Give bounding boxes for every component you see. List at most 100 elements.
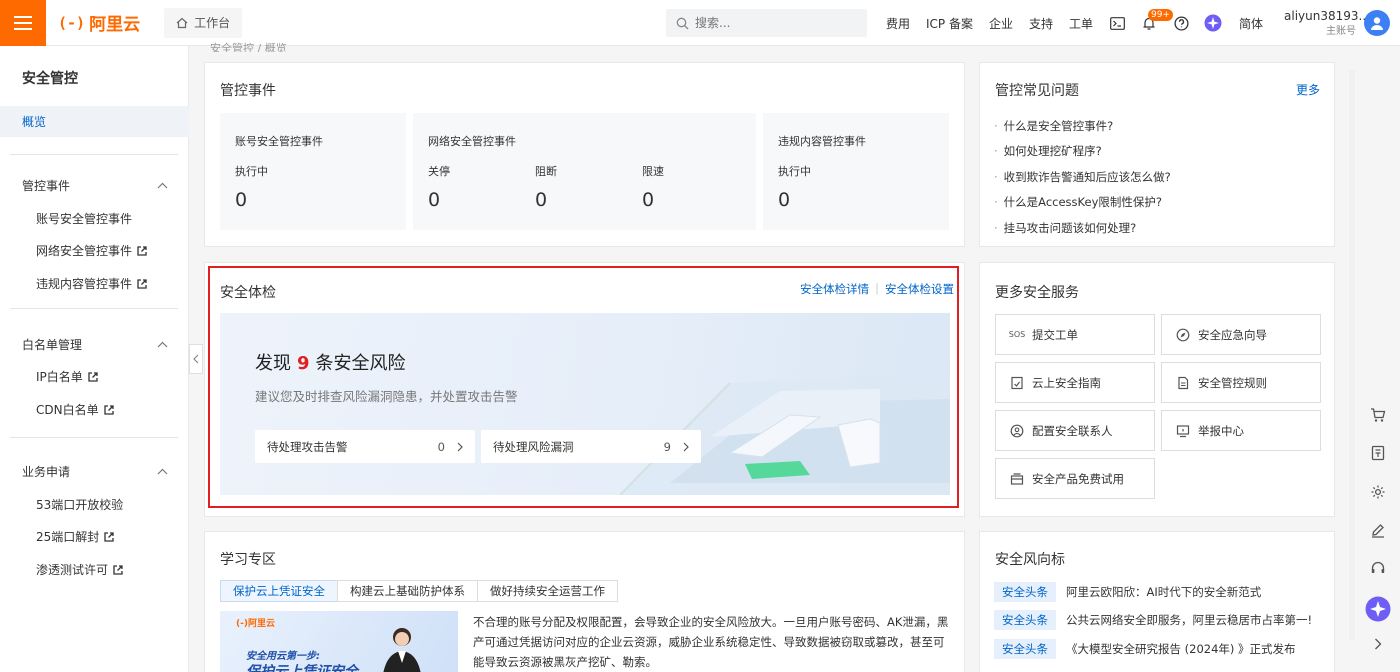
sidebar-item-content-events[interactable]: 违规内容管控事件 [36,275,147,292]
compass-icon [1176,328,1190,341]
sidebar-group-events[interactable]: 管控事件 [22,177,168,194]
presenter-figure [383,628,421,672]
account-events-box[interactable]: 账号安全管控事件 执行中 0 [220,113,406,230]
aliyun-logo[interactable]: (-) 阿里云 [58,10,140,36]
faq-item[interactable]: 什么是安全管控事件? [994,113,1171,139]
events-title: 管控事件 [220,83,276,99]
faq-card: 管控常见问题 更多 什么是安全管控事件? 如何处理挖矿程序? 收到欺诈告警通知后… [979,62,1335,247]
sos-icon: SOS [1008,330,1026,339]
news-item[interactable]: 安全头条 公共云网络安全即服务，阿里云稳居市占率第一! [994,610,1312,630]
search-icon [676,17,689,29]
sidebar-item-port25[interactable]: 25端口解封 [36,528,114,545]
external-link-icon [137,245,147,256]
sidebar-item-label: 渗透测试许可 [36,563,109,577]
sidebar-group-applications[interactable]: 业务申请 [22,463,168,480]
network-throttle-value: 0 [642,189,655,211]
sidebar-item-network-events[interactable]: 网络安全管控事件 [36,242,147,259]
learning-title: 学习专区 [220,552,276,568]
content-events-title: 违规内容管控事件 [778,135,866,148]
edit-icon[interactable] [1368,520,1388,540]
service-free-trial[interactable]: 安全产品免费试用 [995,458,1155,499]
sidebar-item-label: IP白名单 [36,370,83,384]
service-control-rules[interactable]: 安全管控规则 [1161,362,1321,403]
nav-support[interactable]: 支持 [1021,15,1061,32]
sidebar-item-label: 违规内容管控事件 [36,277,133,291]
thumbnail-logo: (-)阿里云 [236,619,275,629]
network-events-box[interactable]: 网络安全管控事件 关停 阻断 限速 0 0 0 [413,113,756,230]
news-card: 安全风向标 安全头条 阿里云欧阳欣：AI时代下的安全新范式 安全头条 公共云网络… [979,531,1335,672]
search-box[interactable] [666,9,867,37]
sidebar-item-ip-whitelist[interactable]: IP白名单 [36,368,98,385]
service-submit-ticket[interactable]: SOS 提交工单 [995,314,1155,355]
bell-icon[interactable]: 99+ [1133,0,1174,46]
sidebar-item-pentest[interactable]: 渗透测试许可 [36,561,123,578]
faq-item[interactable]: 挂马攻击问题该如何处理? [994,215,1171,241]
sidebar-collapse-button[interactable] [189,344,203,374]
news-tag: 安全头条 [994,582,1056,602]
events-card: 管控事件 账号安全管控事件 执行中 0 网络安全管控事件 关停 阻断 限速 0 … [204,62,965,247]
nav-icp[interactable]: ICP 备案 [918,15,981,32]
nav-enterprise[interactable]: 企业 [981,15,1021,32]
sidebar-item-port53[interactable]: 53端口开放校验 [36,496,123,513]
service-security-contact[interactable]: 配置安全联系人 [995,410,1155,451]
faq-title: 管控常见问题 [995,83,1079,99]
headset-icon[interactable] [1368,558,1388,578]
sidebar-divider [10,308,178,309]
faq-item[interactable]: 什么是AccessKey限制性保护? [994,190,1171,216]
sidebar-item-label: CDN白名单 [36,403,99,417]
avatar[interactable] [1364,10,1390,36]
tab-continuous-ops[interactable]: 做好持续安全运营工作 [477,580,618,602]
faq-list: 什么是安全管控事件? 如何处理挖矿程序? 收到欺诈告警通知后应该怎么做? 什么是… [994,113,1171,241]
breadcrumb: 安全管控 / 概览 [210,42,287,52]
account-name: aliyun38193... [1284,9,1370,23]
news-item[interactable]: 安全头条 阿里云欧阳欣：AI时代下的安全新范式 [994,582,1261,602]
sidebar-item-overview[interactable]: 概览 [0,106,189,137]
news-item[interactable]: 安全头条 《大模型安全研究报告 (2024年) 》正式发布 [994,639,1296,659]
service-emergency-guide[interactable]: 安全应急向导 [1161,314,1321,355]
account-info[interactable]: aliyun38193... 主账号 [1284,9,1370,39]
chevron-right-icon[interactable] [1368,634,1388,654]
chevron-up-icon [157,182,168,189]
faq-more-link[interactable]: 更多 [1296,81,1320,98]
external-link-icon [88,371,98,382]
content-events-box[interactable]: 违规内容管控事件 执行中 0 [763,113,949,230]
ai-assistant-icon[interactable] [1197,0,1229,46]
terminal-icon[interactable] [1101,0,1133,46]
chevron-up-icon [157,468,168,475]
tab-basic-protection[interactable]: 构建云上基础防护体系 [337,580,478,602]
service-label: 配置安全联系人 [1032,423,1113,438]
service-report-center[interactable]: 举报中心 [1161,410,1321,451]
page-scrollbar[interactable] [1349,70,1355,640]
settings-gear-icon[interactable] [1368,482,1388,502]
hamburger-menu-button[interactable] [0,0,46,46]
service-label: 提交工单 [1032,327,1078,342]
highlight-frame [208,266,959,508]
nav-ticket[interactable]: 工单 [1061,15,1101,32]
tab-credential-security[interactable]: 保护云上凭证安全 [220,580,338,602]
sidebar-group-label: 白名单管理 [22,338,83,352]
logo-mark: (-) [58,13,86,32]
sidebar-group-whitelist[interactable]: 白名单管理 [22,336,168,353]
sidebar-item-cdn-whitelist[interactable]: CDN白名单 [36,401,114,418]
news-tag: 安全头条 [994,610,1056,630]
account-events-label: 执行中 [235,165,268,178]
faq-item[interactable]: 收到欺诈告警通知后应该怎么做? [994,164,1171,190]
billing-icon[interactable] [1368,443,1388,463]
service-cloud-security-guide[interactable]: 云上安全指南 [995,362,1155,403]
nav-billing[interactable]: 费用 [878,15,918,32]
content-events-label: 执行中 [778,165,811,178]
sidebar-group-label: 管控事件 [22,179,71,193]
external-link-icon [113,564,123,575]
learning-tabs: 保护云上凭证安全 构建云上基础防护体系 做好持续安全运营工作 [220,580,618,602]
help-icon[interactable] [1165,0,1197,46]
sidebar-item-account-events[interactable]: 账号安全管控事件 [36,210,132,227]
ai-assistant-float-icon[interactable] [1365,596,1391,622]
search-input[interactable] [695,16,845,30]
cart-icon[interactable] [1368,405,1388,425]
document-icon [1178,376,1189,389]
language-switch[interactable]: 简体 [1229,15,1273,32]
account-events-title: 账号安全管控事件 [235,135,323,148]
learning-video-thumbnail[interactable]: (-)阿里云 安全用云第一步: 保护云上凭证安全 [220,611,458,672]
workbench-button[interactable]: 工作台 [164,7,243,38]
faq-item[interactable]: 如何处理挖矿程序? [994,139,1171,165]
